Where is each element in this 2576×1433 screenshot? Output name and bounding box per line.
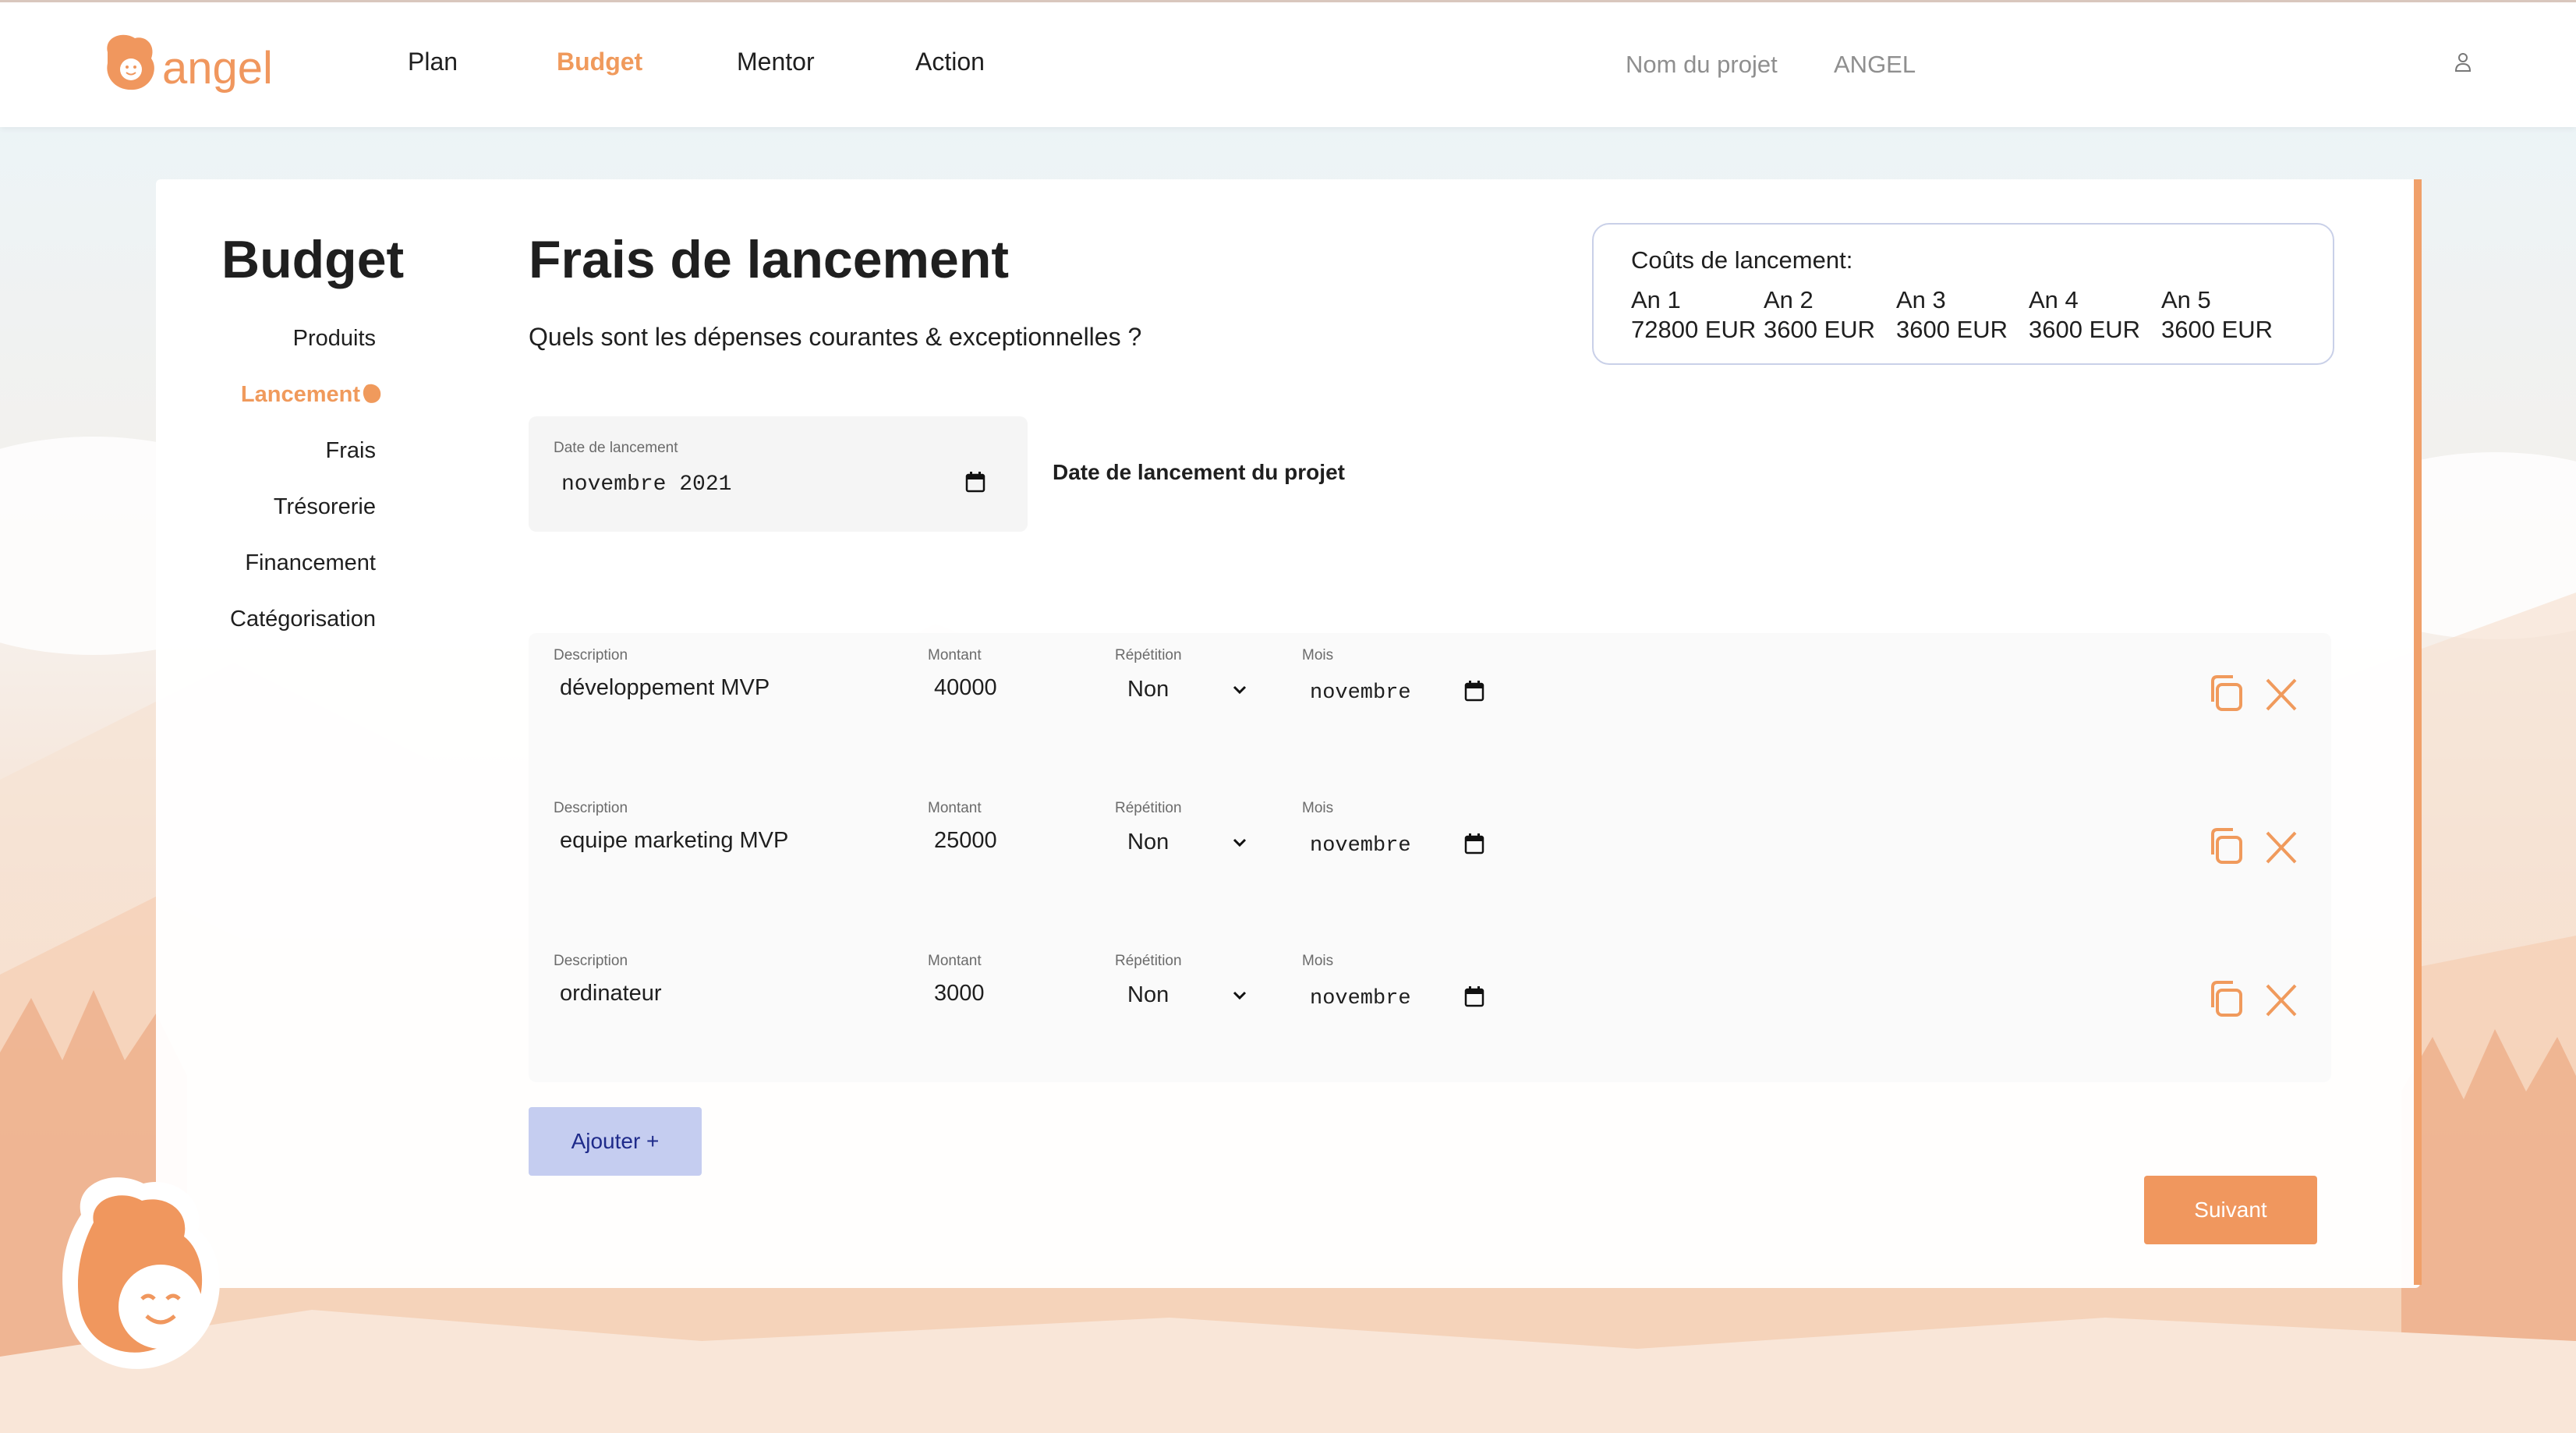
- angel-drop-icon: [363, 384, 381, 403]
- sidebar-item-produits[interactable]: Produits: [293, 326, 376, 352]
- launch-date-label: Date de lancement: [554, 440, 678, 456]
- year-value: 3600 EUR: [2161, 316, 2273, 343]
- summary-year-5: An 5 3600 EUR: [2161, 285, 2273, 345]
- year-value: 3600 EUR: [1764, 316, 1876, 343]
- repetition-select[interactable]: Non: [1127, 982, 1169, 1008]
- month-label: Mois: [1302, 800, 1334, 816]
- month-input[interactable]: novembre: [1310, 834, 1411, 858]
- sidebar-title: Budget: [221, 230, 405, 289]
- mascot-icon[interactable]: [50, 1168, 253, 1386]
- description-input[interactable]: equipe marketing MVP: [560, 828, 788, 854]
- sidebar-item-financement[interactable]: Financement: [245, 550, 376, 576]
- sidebar-item-categorisation[interactable]: Catégorisation: [230, 607, 376, 632]
- description-label: Description: [554, 800, 628, 816]
- month-label: Mois: [1302, 647, 1334, 663]
- expense-row: Description ordinateur Montant 3000 Répé…: [529, 939, 2331, 1092]
- repetition-label: Répétition: [1115, 800, 1182, 816]
- project-name-value: ANGEL: [1834, 51, 1916, 78]
- page-title: Frais de lancement: [529, 230, 1010, 289]
- amount-input[interactable]: 3000: [934, 981, 985, 1007]
- calendar-icon[interactable]: [965, 471, 985, 493]
- nav-mentor[interactable]: Mentor: [737, 48, 815, 76]
- logo-text: angel: [162, 43, 273, 94]
- year-label: An 4: [2029, 286, 2079, 313]
- launch-date-field[interactable]: Date de lancement novembre 2021: [529, 416, 1028, 532]
- nav-plan[interactable]: Plan: [408, 48, 458, 76]
- sidebar-item-lancement[interactable]: Lancement: [241, 382, 360, 408]
- close-icon[interactable]: [2263, 828, 2300, 867]
- year-value: 3600 EUR: [1896, 316, 2008, 343]
- amount-label: Montant: [928, 647, 982, 663]
- duplicate-icon[interactable]: [2206, 826, 2244, 865]
- year-label: An 1: [1631, 286, 1681, 313]
- nav-budget[interactable]: Budget: [557, 48, 642, 76]
- description-input[interactable]: ordinateur: [560, 981, 662, 1007]
- chevron-down-icon[interactable]: [1232, 837, 1247, 848]
- sidebar-item-tresorerie[interactable]: Trésorerie: [274, 494, 376, 520]
- repetition-label: Répétition: [1115, 953, 1182, 969]
- calendar-icon[interactable]: [1464, 680, 1484, 702]
- description-label: Description: [554, 953, 628, 969]
- next-button[interactable]: Suivant: [2144, 1176, 2317, 1244]
- amount-label: Montant: [928, 800, 982, 816]
- summary-year-1: An 1 72800 EUR: [1631, 285, 1756, 345]
- launch-date-description: Date de lancement du projet: [1053, 460, 1345, 484]
- add-expense-button[interactable]: Ajouter +: [529, 1107, 702, 1176]
- year-value: 3600 EUR: [2029, 316, 2141, 343]
- project-name-label: Nom du projet: [1626, 51, 1778, 78]
- description-label: Description: [554, 647, 628, 663]
- amount-input[interactable]: 25000: [934, 828, 997, 854]
- calendar-icon[interactable]: [1464, 985, 1484, 1007]
- month-input[interactable]: novembre: [1310, 987, 1411, 1010]
- card-accent-bar: [2414, 179, 2422, 1285]
- close-icon[interactable]: [2263, 981, 2300, 1020]
- amount-input[interactable]: 40000: [934, 675, 997, 701]
- description-input[interactable]: développement MVP: [560, 675, 770, 701]
- nav-action[interactable]: Action: [915, 48, 985, 76]
- amount-label: Montant: [928, 953, 982, 969]
- summary-year-4: An 4 3600 EUR: [2029, 285, 2140, 345]
- repetition-label: Répétition: [1115, 647, 1182, 663]
- duplicate-icon[interactable]: [2206, 674, 2244, 713]
- chevron-down-icon[interactable]: [1232, 990, 1247, 1001]
- year-value: 72800 EUR: [1631, 316, 1757, 343]
- month-label: Mois: [1302, 953, 1334, 969]
- year-label: An 2: [1764, 286, 1813, 313]
- user-icon[interactable]: [2453, 51, 2473, 74]
- page-subtitle: Quels sont les dépenses courantes & exce…: [529, 323, 1142, 351]
- repetition-select[interactable]: Non: [1127, 830, 1169, 855]
- angel-logo[interactable]: angel: [100, 29, 310, 99]
- close-icon[interactable]: [2263, 675, 2300, 714]
- expense-row: Description développement MVP Montant 40…: [529, 633, 2331, 786]
- expense-row: Description equipe marketing MVP Montant…: [529, 786, 2331, 939]
- month-input[interactable]: novembre: [1310, 681, 1411, 705]
- year-label: An 5: [2161, 286, 2211, 313]
- summary-year-2: An 2 3600 EUR: [1764, 285, 1875, 345]
- summary-title: Coûts de lancement:: [1631, 246, 1853, 274]
- duplicate-icon[interactable]: [2206, 979, 2244, 1018]
- chevron-down-icon[interactable]: [1232, 685, 1247, 695]
- launch-costs-summary: Coûts de lancement: An 1 72800 EUR An 2 …: [1592, 223, 2334, 365]
- summary-year-3: An 3 3600 EUR: [1896, 285, 2008, 345]
- top-navbar: angel Plan Budget Mentor Action Nom du p…: [0, 0, 2576, 127]
- sidebar-item-frais[interactable]: Frais: [326, 438, 376, 464]
- launch-date-value[interactable]: novembre 2021: [561, 472, 731, 497]
- year-label: An 3: [1896, 286, 1946, 313]
- repetition-select[interactable]: Non: [1127, 677, 1169, 702]
- expenses-list: Description développement MVP Montant 40…: [529, 633, 2331, 1082]
- calendar-icon[interactable]: [1464, 833, 1484, 854]
